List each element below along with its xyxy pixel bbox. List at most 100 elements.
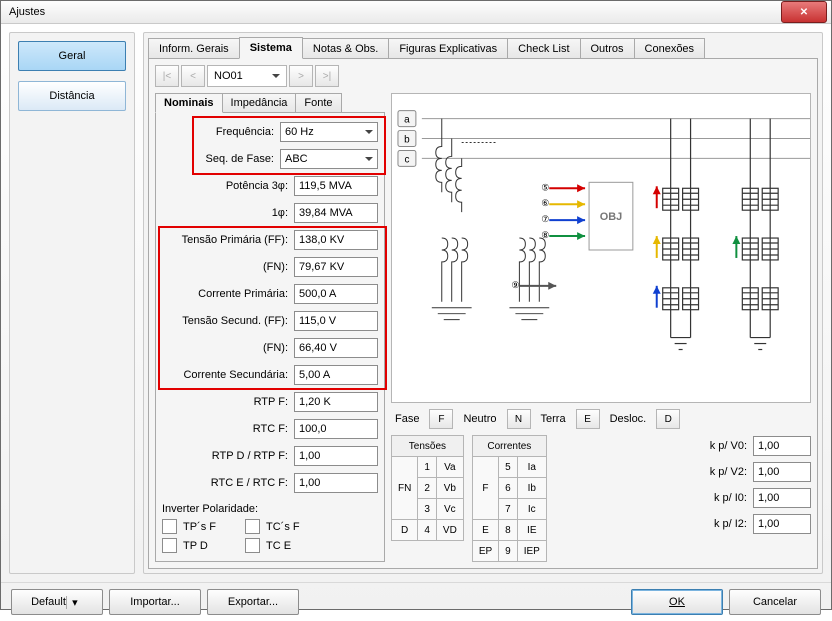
tensoes-2v: Vb [436, 478, 463, 499]
input-kpv0[interactable]: 1,00 [753, 436, 811, 456]
tensoes-2n: 2 [418, 478, 437, 499]
check-tce-label: TC E [266, 540, 291, 552]
input-rtcf[interactable]: 100,0 [294, 419, 378, 439]
combo-frequencia[interactable]: 60 Hz [280, 122, 378, 142]
corr-fg: F [472, 457, 498, 520]
legend-terra-btn[interactable]: E [576, 409, 600, 429]
subpage-nominais: Frequência:60 Hz Seq. de Fase:ABC Potênc… [155, 112, 385, 562]
value-seqfase: ABC [285, 153, 308, 165]
tab-conexoes[interactable]: Conexões [634, 38, 706, 59]
input-iprim[interactable]: 500,0 A [294, 284, 378, 304]
label-pot1: 1φ: [162, 207, 288, 219]
corr-7v: Ic [517, 499, 546, 520]
tab-figuras[interactable]: Figuras Explicativas [388, 38, 508, 59]
check-tcsf[interactable] [245, 519, 260, 534]
corr-5n: 5 [499, 457, 518, 478]
corr-9n: 9 [499, 541, 518, 562]
kp-column: k p/ V0:1,00 k p/ V2:1,00 k p/ I0:1,00 k… [695, 435, 811, 535]
tensoes-title: Tensões [392, 436, 464, 457]
close-button[interactable]: ✕ [781, 1, 827, 23]
tensoes-3v: Vc [436, 499, 463, 520]
nav-last[interactable]: >| [315, 65, 339, 87]
sub-tabs: Nominais Impedância Fonte [155, 93, 385, 113]
label-tprimfn: (FN): [162, 261, 288, 273]
legend-row: Fase F Neutro N Terra E Desloc. D [391, 409, 811, 429]
label-tsecff: Tensão Secund. (FF): [162, 315, 288, 327]
corr-9g: EP [472, 541, 498, 562]
tensoes-4g: D [392, 520, 418, 541]
tensoes-1v: Va [436, 457, 463, 478]
nav-first[interactable]: |< [155, 65, 179, 87]
ok-button[interactable]: OK [631, 589, 723, 615]
check-tpd[interactable] [162, 538, 177, 553]
ok-label: OK [669, 596, 685, 608]
svg-text:⑤: ⑤ [541, 182, 549, 192]
default-button[interactable]: Default▾ [11, 589, 103, 615]
svg-text:⑨: ⑨ [511, 280, 519, 290]
corr-6n: 6 [499, 478, 518, 499]
corr-7n: 7 [499, 499, 518, 520]
input-tsecff[interactable]: 115,0 V [294, 311, 378, 331]
label-rtce: RTC E / RTC F: [162, 477, 288, 489]
importar-button[interactable]: Importar... [109, 589, 201, 615]
label-seqfase: Seq. de Fase: [162, 153, 274, 165]
legend-neutro-btn[interactable]: N [507, 409, 531, 429]
input-kpi0[interactable]: 1,00 [753, 488, 811, 508]
tab-sistema[interactable]: Sistema [239, 37, 303, 59]
legend-neutro-label: Neutro [463, 413, 496, 425]
svg-text:⑥: ⑥ [541, 198, 549, 208]
svg-text:⑧: ⑧ [541, 230, 549, 240]
label-frequencia: Frequência: [162, 126, 274, 138]
input-pot3[interactable]: 119,5 MVA [294, 176, 378, 196]
value-frequencia: 60 Hz [285, 126, 314, 138]
nav-next[interactable]: > [289, 65, 313, 87]
subtab-nominais[interactable]: Nominais [155, 93, 223, 113]
correntes-title: Correntes [472, 436, 546, 457]
input-tprimff[interactable]: 138,0 KV [294, 230, 378, 250]
check-tpd-label: TP D [183, 540, 239, 552]
sidebar-item-geral[interactable]: Geral [18, 41, 126, 71]
label-rtpd: RTP D / RTP F: [162, 450, 288, 462]
label-iprim: Corrente Primária: [162, 288, 288, 300]
input-kpi2[interactable]: 1,00 [753, 514, 811, 534]
check-tpsf[interactable] [162, 519, 177, 534]
diagram-column: a b c [391, 93, 811, 562]
combo-seqfase[interactable]: ABC [280, 149, 378, 169]
window-title: Ajustes [9, 6, 45, 18]
input-rtpf[interactable]: 1,20 K [294, 392, 378, 412]
tab-checklist[interactable]: Check List [507, 38, 580, 59]
check-tce[interactable] [245, 538, 260, 553]
tensoes-1n: 1 [418, 457, 437, 478]
tab-outros[interactable]: Outros [580, 38, 635, 59]
subtab-fonte[interactable]: Fonte [295, 93, 341, 113]
nav-current[interactable]: NO01 [207, 65, 287, 87]
nav-current-label: NO01 [214, 70, 243, 82]
corr-6v: Ib [517, 478, 546, 499]
input-isec[interactable]: 5,00 A [294, 365, 378, 385]
exportar-button[interactable]: Exportar... [207, 589, 299, 615]
subtab-impedancia[interactable]: Impedância [222, 93, 297, 113]
legend-fase-btn[interactable]: F [429, 409, 453, 429]
invert-title: Inverter Polaridade: [162, 503, 378, 515]
label-isec: Corrente Secundária: [162, 369, 288, 381]
legend-desloc-btn[interactable]: D [656, 409, 680, 429]
record-nav: |< < NO01 > >| [155, 65, 811, 87]
input-rtce[interactable]: 1,00 [294, 473, 378, 493]
window-body: Geral Distância Inform. Gerais Sistema N… [1, 24, 831, 621]
input-kpv2[interactable]: 1,00 [753, 462, 811, 482]
default-label: Default [31, 596, 66, 608]
svg-text:b: b [404, 135, 410, 146]
input-tsecfn[interactable]: 66,40 V [294, 338, 378, 358]
sidebar-item-distancia[interactable]: Distância [18, 81, 126, 111]
tab-notas[interactable]: Notas & Obs. [302, 38, 389, 59]
legend-terra-label: Terra [541, 413, 566, 425]
cancelar-button[interactable]: Cancelar [729, 589, 821, 615]
check-tpsf-label: TP´s F [183, 521, 239, 533]
input-pot1[interactable]: 39,84 MVA [294, 203, 378, 223]
input-rtpd[interactable]: 1,00 [294, 446, 378, 466]
close-icon: ✕ [800, 7, 808, 18]
input-tprimfn[interactable]: 79,67 KV [294, 257, 378, 277]
nav-prev[interactable]: < [181, 65, 205, 87]
tab-inform-gerais[interactable]: Inform. Gerais [148, 38, 240, 59]
correntes-table: Correntes F5Ia 6Ib 7Ic E8IE EP9IEP [472, 435, 547, 562]
